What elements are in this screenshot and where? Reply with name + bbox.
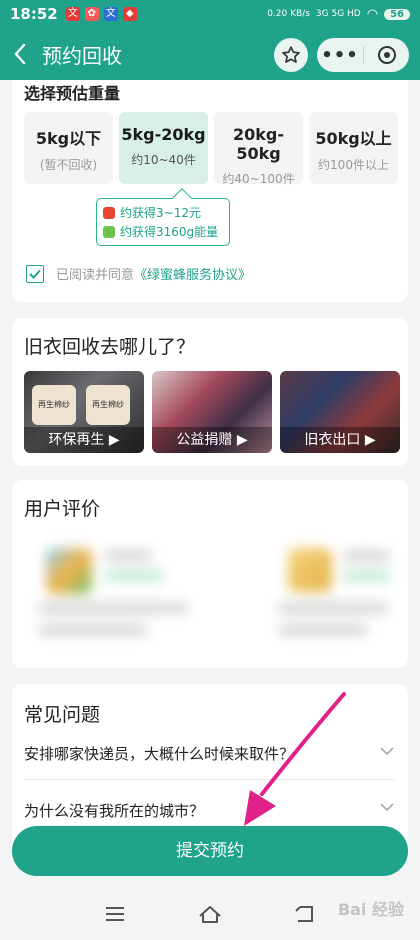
agreement-checkbox[interactable] (26, 264, 44, 283)
faq-question: 安排哪家快递员，大概什么时候来取件？ (24, 745, 295, 763)
option-label: 50kg以上 (315, 129, 392, 148)
star-icon (282, 46, 300, 63)
tile-label: 旧衣出口 ▶ (280, 427, 400, 453)
miniprogram-capsule: ••• (317, 38, 409, 72)
more-button[interactable]: ••• (317, 45, 363, 66)
energy-icon (103, 225, 115, 238)
where-card: 旧衣回收去哪儿了？ 再生棉纱 再生棉纱 环保再生 ▶ 公益捐赠 ▶ 旧衣出口 ▶ (12, 318, 408, 466)
blurred-line (38, 624, 148, 636)
blurred-line (278, 624, 368, 636)
agreement-link[interactable]: 《绿蜜蜂服务协议》 (134, 264, 251, 283)
tile-donation[interactable]: 公益捐赠 ▶ (152, 371, 272, 453)
weight-card: 选择预估重量 5kg以下 (暂不回收) 5kg-20kg 约10~40件 20k… (12, 80, 408, 302)
reviews-card: 用户评价 (12, 480, 408, 668)
menu-icon (106, 907, 124, 921)
weight-option-20-50kg[interactable]: 20kg-50kg 约40~100件 (214, 112, 303, 186)
tile-export[interactable]: 旧衣出口 ▶ (280, 371, 400, 453)
submit-booking-button[interactable]: 提交预约 (12, 826, 408, 876)
money-icon (103, 206, 115, 219)
chevron-left-icon (14, 43, 26, 65)
spool-label: 再生棉纱 (38, 400, 70, 409)
return-icon (295, 906, 313, 922)
option-sublabel: 约10~40件 (131, 153, 196, 167)
tooltip-line-energy: 约获得3160g能量 (103, 222, 223, 241)
option-label: 20kg-50kg (233, 125, 284, 163)
close-miniprogram-button[interactable] (364, 45, 409, 65)
tooltip-line-money: 约获得3~12元 (103, 203, 223, 222)
option-sublabel: (暂不回收) (39, 158, 98, 172)
net-speed: 0.20 KB/s (267, 9, 310, 19)
blurred-line (104, 550, 152, 562)
page-title: 预约回收 (42, 43, 122, 68)
weight-option-5-20kg[interactable]: 5kg-20kg 约10~40件 (119, 112, 208, 184)
nav-bar: 预约回收 ••• (0, 28, 420, 80)
notification-icon: ✿ (84, 7, 99, 21)
weight-options: 5kg以下 (暂不回收) 5kg-20kg 约10~40件 20kg-50kg … (24, 112, 402, 186)
home-icon (199, 906, 221, 923)
battery-icon: 56 (384, 8, 410, 20)
checkmark-icon (29, 269, 41, 279)
tile-label: 环保再生 ▶ (24, 427, 144, 453)
chevron-down-icon (380, 803, 394, 812)
baidu-watermark: Bai 经验 (337, 900, 404, 919)
reviews-section-title: 用户评价 (24, 498, 101, 520)
faq-item[interactable]: 安排哪家快递员，大概什么时候来取件？ (24, 728, 396, 780)
tile-recycle[interactable]: 再生棉纱 再生棉纱 环保再生 ▶ (24, 371, 144, 453)
option-label: 5kg-20kg (121, 125, 206, 144)
status-indicators: 0.20 KB/s 3G 5G HD ◠ 56 (267, 7, 410, 22)
blurred-line (278, 602, 388, 614)
weight-option-over-50kg[interactable]: 50kg以上 约100件以上 (309, 112, 398, 184)
wifi-icon: ◠ (366, 6, 379, 22)
status-time: 18:52 (10, 5, 58, 23)
tile-label: 公益捐赠 ▶ (152, 427, 272, 453)
reviewer-avatar (288, 548, 332, 592)
notification-icon: 文 (103, 7, 118, 21)
reward-tooltip: 约获得3~12元 约获得3160g能量 (96, 188, 230, 246)
faq-card: 常见问题 安排哪家快递员，大概什么时候来取件？ 为什么没有我所在的城市？ (12, 684, 408, 844)
spool-label: 再生棉纱 (92, 400, 124, 409)
agreement-text: 已阅读并同意 (56, 268, 135, 283)
home-button[interactable] (197, 901, 223, 927)
notification-icon: ◆ (122, 7, 137, 21)
blurred-line (104, 570, 164, 582)
blurred-line (342, 550, 390, 562)
target-icon (377, 46, 396, 64)
signal-text: 3G 5G HD (315, 9, 361, 19)
blurred-line (342, 570, 392, 582)
agreement-row: 已阅读并同意 《绿蜜蜂服务协议》 (26, 264, 251, 283)
tooltip-energy-text: 约获得3160g能量 (120, 225, 219, 239)
favorite-button[interactable] (274, 38, 308, 72)
weight-option-under-5kg[interactable]: 5kg以下 (暂不回收) (24, 112, 113, 184)
where-section-title: 旧衣回收去哪儿了？ (24, 336, 196, 358)
status-bar: 18:52 文 ✿ 文 ◆ 0.20 KB/s 3G 5G HD ◠ 56 (0, 0, 420, 28)
blurred-line (38, 602, 188, 614)
option-label: 5kg以下 (35, 129, 102, 148)
where-tiles: 再生棉纱 再生棉纱 环保再生 ▶ 公益捐赠 ▶ 旧衣出口 ▶ (24, 371, 400, 453)
option-sublabel: 约40~100件 (222, 172, 295, 186)
menu-button[interactable] (102, 901, 128, 927)
option-sublabel: 约100件以上 (318, 158, 389, 172)
weight-section-title: 选择预估重量 (24, 84, 121, 103)
back-system-button[interactable] (292, 901, 318, 927)
faq-section-title: 常见问题 (24, 704, 101, 726)
reviewer-avatar (46, 548, 92, 594)
blurred-reviews (24, 536, 396, 646)
back-button[interactable] (0, 28, 40, 80)
faq-question: 为什么没有我所在的城市？ (24, 801, 205, 820)
tooltip-money-text: 约获得3~12元 (120, 206, 201, 220)
chevron-down-icon (380, 747, 394, 756)
notification-icon: 文 (65, 7, 80, 21)
